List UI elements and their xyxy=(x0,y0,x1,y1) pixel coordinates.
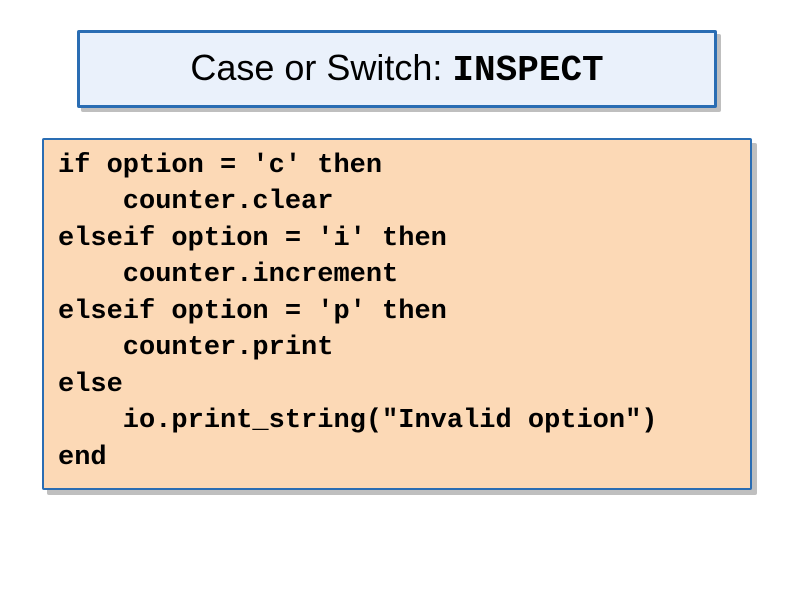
title-keyword: INSPECT xyxy=(452,50,603,91)
code-block: if option = 'c' then counter.clear elsei… xyxy=(58,148,736,476)
title-box: Case or Switch: INSPECT xyxy=(77,30,717,108)
code-box: if option = 'c' then counter.clear elsei… xyxy=(42,138,752,490)
title-prefix: Case or Switch: xyxy=(190,47,452,88)
slide: Case or Switch: INSPECT if option = 'c' … xyxy=(0,0,794,596)
